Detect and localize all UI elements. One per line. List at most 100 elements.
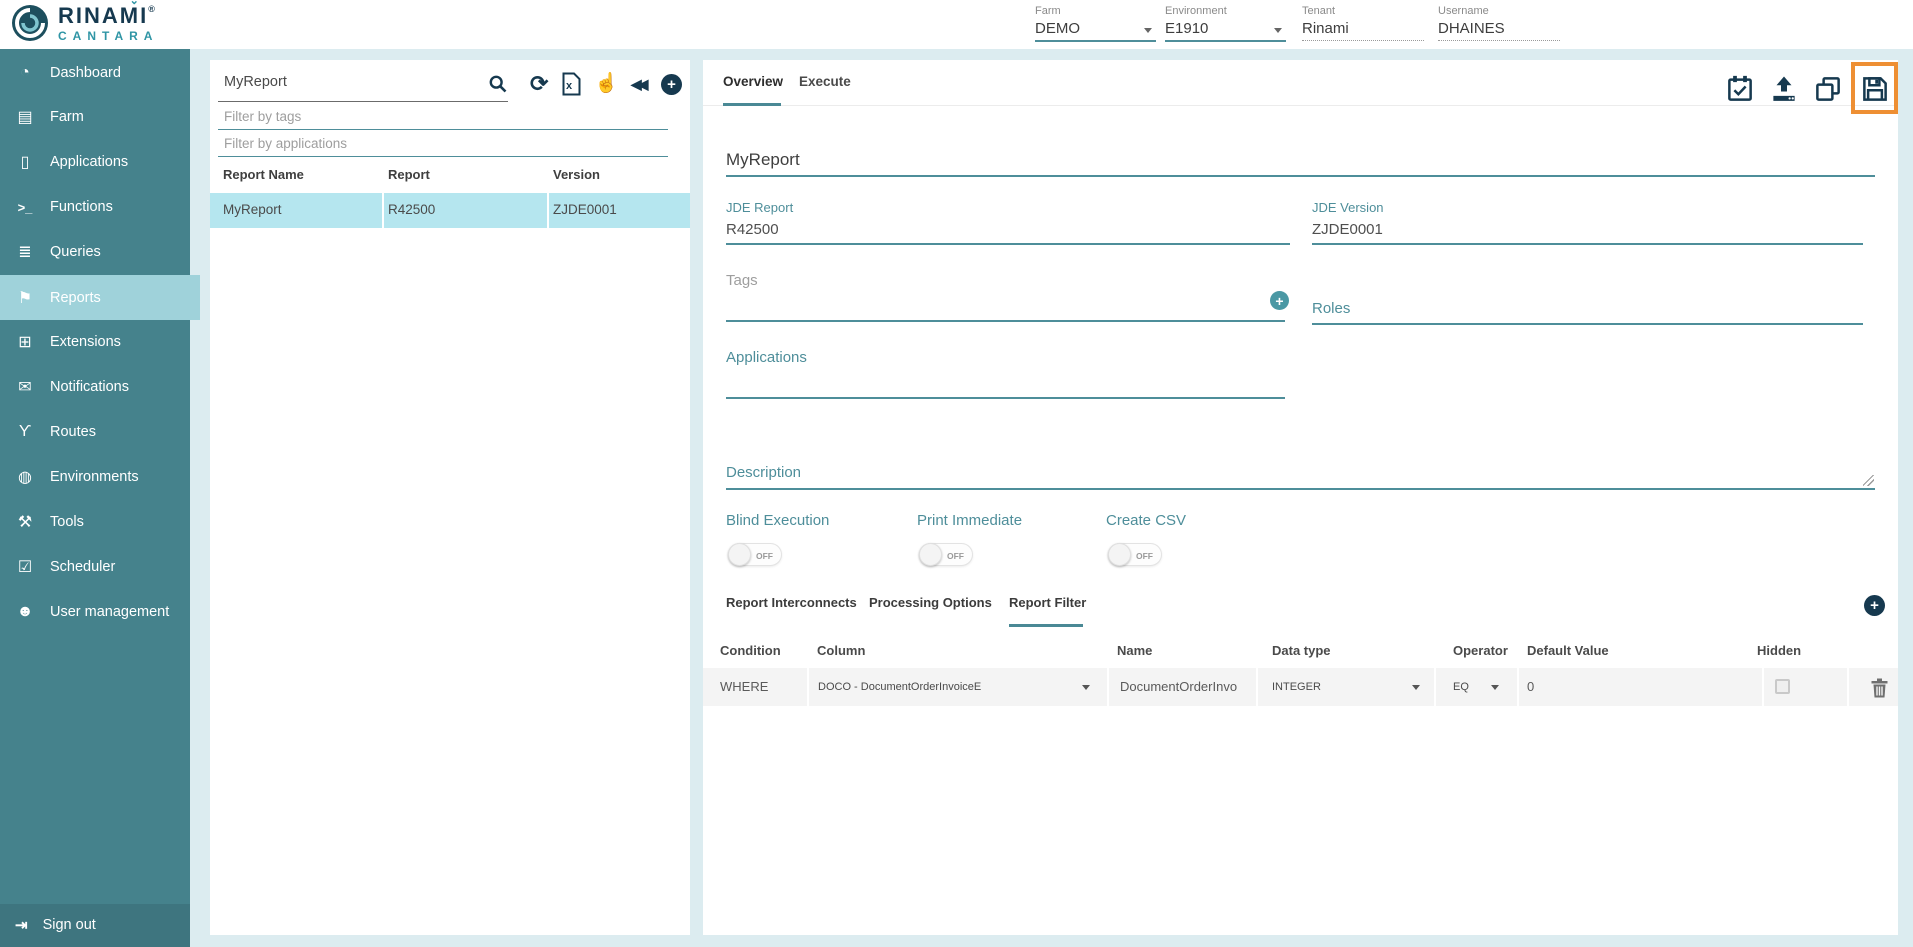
report-search-input[interactable]: [218, 68, 480, 96]
roles-underline: [1312, 323, 1863, 325]
active-subtab-underline: [1009, 624, 1083, 627]
report-row-selected[interactable]: MyReport R42500 ZJDE0001: [210, 193, 690, 228]
condition-value: WHERE: [720, 679, 768, 694]
sidebar-item-user-management[interactable]: ☻ User management: [0, 592, 190, 632]
jde-report-value[interactable]: R42500: [726, 221, 779, 238]
environment-select[interactable]: Environment E1910: [1165, 5, 1286, 42]
col-hidden: Hidden: [1757, 643, 1801, 658]
cell-divider: [1762, 668, 1764, 706]
cell-divider: [1256, 668, 1258, 706]
tenant-value: Rinami: [1302, 20, 1424, 41]
sidebar-item-dashboard[interactable]: ◔Dashboard: [0, 53, 190, 93]
col-name: Name: [1117, 643, 1152, 658]
sign-out-icon: ⇥: [15, 916, 28, 934]
sign-out-button[interactable]: ⇥ Sign out: [0, 906, 190, 944]
tab-overview[interactable]: Overview: [723, 74, 783, 89]
tab-report-filter[interactable]: Report Filter: [1009, 595, 1086, 610]
column-select[interactable]: DOCO - DocumentOrderInvoiceE: [818, 681, 981, 693]
report-name-input[interactable]: [726, 148, 1875, 172]
sidebar-item-scheduler[interactable]: ☑Scheduler: [0, 547, 190, 587]
filter-apps-input[interactable]: [218, 131, 668, 157]
plus-icon: +: [667, 77, 676, 92]
users-icon: ☻: [15, 603, 35, 621]
environment-value[interactable]: E1910: [1165, 20, 1286, 42]
farm-value[interactable]: DEMO: [1035, 20, 1156, 42]
sidebar-item-functions[interactable]: >_Functions: [0, 187, 190, 227]
print-immediate-label: Print Immediate: [917, 512, 1022, 529]
toggle-state: OFF: [756, 551, 773, 561]
sidebar-item-reports[interactable]: ⚑Reports: [0, 275, 200, 320]
chevron-down-icon[interactable]: [1274, 28, 1282, 33]
add-filter-button[interactable]: +: [1864, 595, 1885, 616]
textarea-resize-handle[interactable]: [1863, 475, 1874, 486]
blind-execution-toggle[interactable]: OFF: [728, 543, 782, 566]
refresh-icon[interactable]: ⟳: [530, 74, 548, 94]
blind-execution-label: Blind Execution: [726, 512, 829, 529]
sidebar-item-farm[interactable]: ▤Farm: [0, 97, 190, 137]
filter-tags-input[interactable]: [218, 104, 668, 130]
jde-version-value[interactable]: ZJDE0001: [1312, 221, 1383, 238]
col-default-value: Default Value: [1527, 643, 1609, 658]
description-label: Description: [726, 464, 801, 481]
operator-select[interactable]: EQ: [1453, 681, 1469, 693]
chevron-down-icon[interactable]: [1144, 28, 1152, 33]
detail-tabs: Overview Execute: [703, 60, 1898, 106]
filter-by-applications: [218, 131, 668, 157]
sidebar-item-label: User management: [50, 604, 169, 620]
tablet-icon: ▯: [15, 152, 35, 172]
farm-select[interactable]: Farm DEMO: [1035, 5, 1156, 42]
col-data-type: Data type: [1272, 643, 1331, 658]
hand-pointer-icon[interactable]: ☝: [595, 73, 619, 95]
filter-name-input[interactable]: DocumentOrderInvo: [1120, 679, 1237, 694]
chevron-down-icon[interactable]: [1491, 685, 1499, 690]
applications-label: Applications: [726, 349, 807, 366]
data-type-select[interactable]: INTEGER: [1272, 681, 1321, 693]
col-report: Report: [388, 167, 430, 182]
filter-by-tags: [218, 104, 668, 130]
sidebar-item-tools[interactable]: ⚒Tools: [0, 502, 190, 542]
sidebar-item-routes[interactable]: ϒRoutes: [0, 412, 190, 452]
list-toolbar: ⟳ x ☝ ◀◀ +: [530, 72, 682, 96]
chevron-down-icon[interactable]: [1412, 685, 1420, 690]
sidebar-item-applications[interactable]: ▯Applications: [0, 142, 190, 182]
add-tag-button[interactable]: +: [1270, 291, 1289, 310]
branch-icon: ϒ: [15, 423, 35, 441]
tags-placeholder[interactable]: Tags: [726, 272, 758, 289]
default-value-input[interactable]: 0: [1527, 679, 1534, 694]
add-report-button[interactable]: +: [661, 74, 682, 95]
jde-report-label: JDE Report: [726, 200, 793, 215]
sidebar-item-label: Farm: [50, 109, 84, 125]
database-icon: ≣: [15, 242, 35, 262]
tenant-label: Tenant: [1302, 5, 1424, 17]
print-immediate-toggle[interactable]: OFF: [919, 543, 973, 566]
toggle-knob: [728, 543, 751, 566]
upload-icon[interactable]: [1769, 74, 1799, 104]
tab-execute[interactable]: Execute: [799, 74, 851, 89]
excel-export-icon[interactable]: x: [561, 72, 582, 96]
sidebar-item-environments[interactable]: ◍Environments: [0, 457, 190, 497]
username-field: Username DHAINES: [1438, 5, 1560, 41]
report-list-panel: ⟳ x ☝ ◀◀ + Report Name Report Version My…: [210, 60, 690, 935]
sidebar-item-queries[interactable]: ≣Queries: [0, 232, 190, 272]
sign-out-label: Sign out: [43, 917, 96, 933]
calendar-icon: ☑: [15, 557, 35, 577]
sidebar-item-notifications[interactable]: ✉Notifications: [0, 367, 190, 407]
hidden-checkbox[interactable]: [1775, 679, 1790, 694]
col-version: Version: [553, 167, 600, 182]
registered-mark: ®: [148, 4, 157, 14]
filter-row: WHERE DOCO - DocumentOrderInvoiceE Docum…: [703, 668, 1898, 706]
schedule-report-icon[interactable]: [1725, 74, 1755, 104]
search-icon[interactable]: [488, 74, 508, 94]
sidebar-item-extensions[interactable]: ⊞Extensions: [0, 322, 190, 362]
tab-report-interconnects[interactable]: Report Interconnects: [726, 595, 857, 610]
rewind-icon[interactable]: ◀◀: [631, 76, 649, 93]
copy-icon[interactable]: [1813, 74, 1843, 104]
cell-divider: [807, 668, 809, 706]
farm-label: Farm: [1035, 5, 1156, 17]
tab-processing-options[interactable]: Processing Options: [869, 595, 992, 610]
plus-icon: +: [1275, 293, 1283, 309]
chevron-down-icon[interactable]: [1082, 685, 1090, 690]
delete-filter-icon[interactable]: [1870, 678, 1889, 698]
flag-icon: ⚑: [15, 288, 35, 308]
create-csv-toggle[interactable]: OFF: [1108, 543, 1162, 566]
